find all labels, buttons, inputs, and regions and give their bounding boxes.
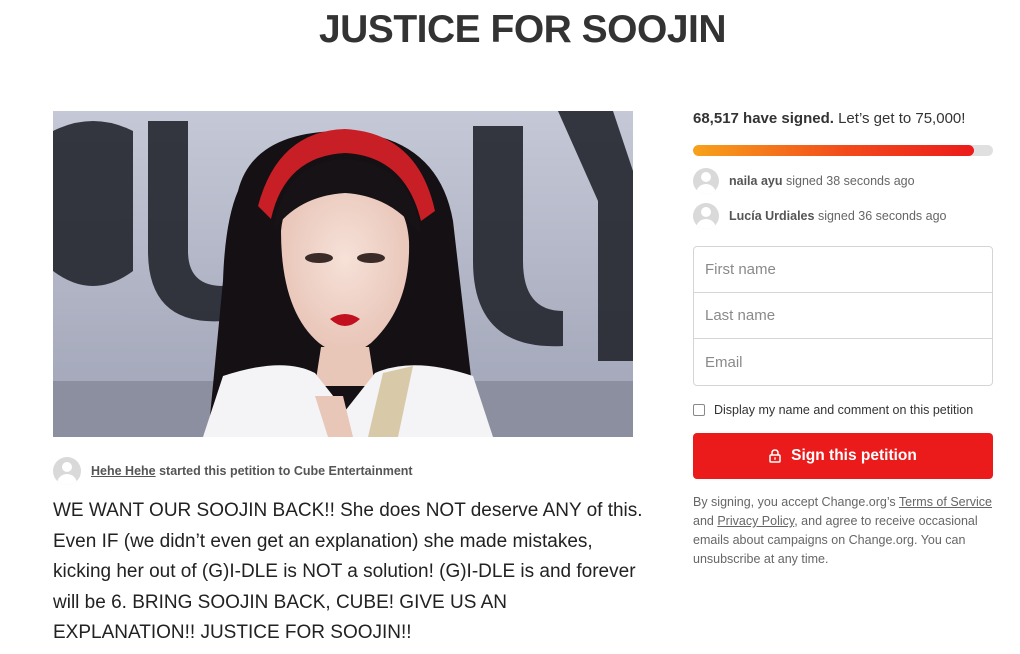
sign-form xyxy=(693,246,993,386)
signature-count: 68,517 have signed. Let’s get to 75,000! xyxy=(693,110,993,134)
sign-panel: 68,517 have signed. Let’s get to 75,000!… xyxy=(693,110,993,569)
petition-body: WE WANT OUR SOOJIN BACK!! She does NOT d… xyxy=(53,500,643,643)
starter-name-link[interactable]: Hehe Hehe xyxy=(91,464,156,478)
signer-time: signed 36 seconds ago xyxy=(817,209,947,223)
signature-goal-text: Let’s get to 75,000! xyxy=(838,110,966,127)
sign-petition-label: Sign this petition xyxy=(791,447,917,464)
last-name-field[interactable] xyxy=(694,293,992,339)
signature-count-text: 68,517 have signed. xyxy=(693,110,834,127)
display-name-label: Display my name and comment on this peti… xyxy=(714,403,974,417)
signature-progress-bar xyxy=(693,145,993,156)
petition-starter: Hehe Hehe started this petition to Cube … xyxy=(53,457,413,485)
signing-disclaimer: By signing, you accept Change.org’s Term… xyxy=(693,493,993,569)
avatar xyxy=(693,203,719,229)
signer-time: signed 38 seconds ago xyxy=(785,174,915,188)
first-name-field[interactable] xyxy=(694,247,992,293)
petition-image xyxy=(53,111,633,437)
disclaimer-and: and xyxy=(693,514,718,528)
display-name-option: Display my name and comment on this peti… xyxy=(693,403,993,417)
signer-name: Lucía Urdiales xyxy=(729,209,815,223)
lock-icon xyxy=(769,449,781,463)
signature-progress-fill xyxy=(693,145,974,156)
recent-signer: naila ayu signed 38 seconds ago xyxy=(693,168,993,194)
signer-name: naila ayu xyxy=(729,174,783,188)
privacy-policy-link[interactable]: Privacy Policy xyxy=(717,514,794,528)
disclaimer-prefix: By signing, you accept Change.org’s xyxy=(693,495,899,509)
display-name-checkbox[interactable] xyxy=(693,404,705,416)
sign-petition-button[interactable]: Sign this petition xyxy=(693,433,993,479)
starter-suffix: started this petition to Cube Entertainm… xyxy=(159,464,413,478)
avatar xyxy=(53,457,81,485)
petition-title: JUSTICE FOR SOOJIN xyxy=(318,8,727,51)
terms-of-service-link[interactable]: Terms of Service xyxy=(899,495,992,509)
email-field[interactable] xyxy=(694,339,992,385)
recent-signer: Lucía Urdiales signed 36 seconds ago xyxy=(693,203,993,229)
avatar xyxy=(693,168,719,194)
